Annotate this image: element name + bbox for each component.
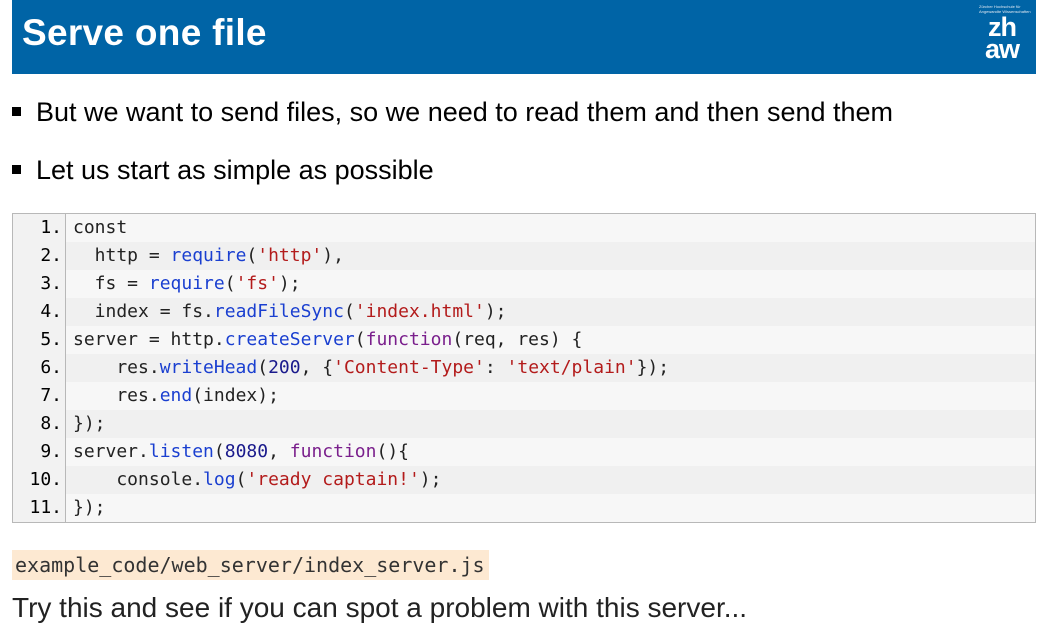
file-path: example_code/web_server/index_server.js <box>12 550 489 580</box>
line-number: 6. <box>13 354 66 382</box>
slide-header: Serve one file Zürcher Hochschule für An… <box>12 0 1036 74</box>
bullet-text: Let us start as simple as possible <box>36 155 434 185</box>
code-line: 10. console.log('ready captain!'); <box>13 466 1035 494</box>
bullet-item-1: But we want to send files, so we need to… <box>12 97 893 128</box>
bullet-text: But we want to send files, so we need to… <box>36 97 894 127</box>
logo-line-2: aw <box>984 34 1020 64</box>
code-line: 1. const <box>13 214 1035 242</box>
code-line: 6. res.writeHead(200, {'Content-Type': '… <box>13 354 1035 382</box>
slide-title: Serve one file <box>22 12 267 53</box>
line-number: 10. <box>13 466 66 494</box>
code-text: const <box>73 217 128 238</box>
code-line: 7. res.end(index); <box>13 382 1035 410</box>
bullet-square-icon <box>12 107 21 117</box>
line-number: 11. <box>13 494 66 522</box>
line-number: 3. <box>13 270 66 298</box>
code-text: res.end(index); <box>73 385 279 406</box>
code-block: 1. const 2. http = require('http'), 3. fs =… <box>12 213 1036 523</box>
note-text: Try this and see if you can spot a probl… <box>12 592 748 623</box>
code-text: res.writeHead(200, {'Content-Type': 'tex… <box>73 357 670 378</box>
zhaw-logo: zh aw <box>978 14 1026 64</box>
code-line: 2. http = require('http'), <box>13 242 1035 270</box>
code-line: 5. server = http.createServer(function(re… <box>13 326 1035 354</box>
code-line: 8.}); <box>13 410 1035 438</box>
line-number: 5. <box>13 326 66 354</box>
code-line: 4. index = fs.readFileSync('index.html')… <box>13 298 1035 326</box>
line-number: 9. <box>13 438 66 466</box>
code-text: server = http.createServer(function(req,… <box>73 329 583 350</box>
bullet-item-2: Let us start as simple as possible <box>12 155 434 186</box>
code-text: server.listen(8080, function(){ <box>73 441 409 462</box>
bullet-square-icon <box>12 165 21 175</box>
code-text: }); <box>73 497 106 518</box>
code-text: index = fs.readFileSync('index.html'); <box>73 301 507 322</box>
line-number: 2. <box>13 242 66 270</box>
code-line: 11.}); <box>13 494 1035 522</box>
code-line: 3. fs = require('fs'); <box>13 270 1035 298</box>
code-text: }); <box>73 413 106 434</box>
code-text: fs = require('fs'); <box>73 273 301 294</box>
line-number: 1. <box>13 214 66 242</box>
code-text: http = require('http'), <box>73 245 344 266</box>
line-number: 8. <box>13 410 66 438</box>
code-line: 9. server.listen(8080, function(){ <box>13 438 1035 466</box>
line-number: 4. <box>13 298 66 326</box>
line-number: 7. <box>13 382 66 410</box>
code-text: console.log('ready captain!'); <box>73 469 442 490</box>
